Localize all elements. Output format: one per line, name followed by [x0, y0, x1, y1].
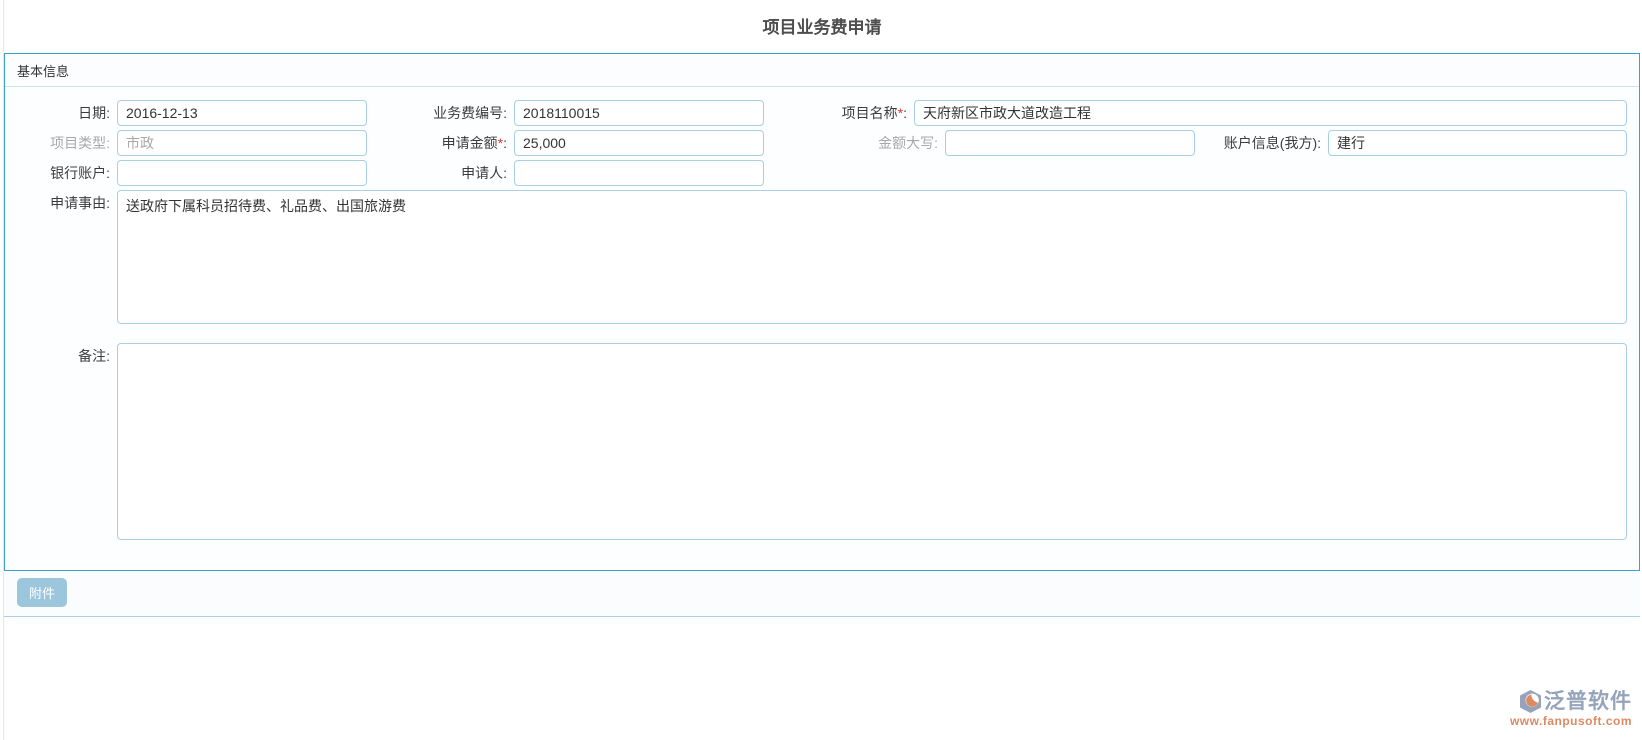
amount-in-words-label: 金额大写:: [878, 135, 938, 151]
bank-account-label: 银行账户:: [50, 165, 110, 181]
form-row-4: 申请事由: 送政府下属科员招待费、礼品费、出国旅游费: [5, 190, 1633, 339]
date-label: 日期:: [78, 105, 110, 121]
brand-line: 泛普软件: [1510, 689, 1632, 714]
apply-reason-textarea[interactable]: 送政府下属科员招待费、礼品费、出国旅游费: [117, 190, 1627, 324]
account-info-label: 账户信息(我方):: [1223, 135, 1321, 151]
brand-url: www.fanpusoft.com: [1509, 714, 1632, 728]
date-input[interactable]: [117, 100, 367, 126]
project-type-input[interactable]: [117, 130, 367, 156]
basic-info-section-title: 基本信息: [5, 54, 1639, 87]
form-row-5: 备注:: [5, 343, 1633, 540]
fee-number-label: 业务费编号:: [433, 105, 507, 121]
page: 项目业务费申请 基本信息 日期: 业务费编号: 项目名称*: 项目类型: 申请金: [0, 0, 1642, 740]
amount-in-words-input[interactable]: [945, 130, 1195, 156]
applicant-label: 申请人:: [461, 165, 507, 181]
bank-account-input[interactable]: [117, 160, 367, 186]
form-row-2: 项目类型: 申请金额*: 金额大写: 账户信息(我方):: [5, 130, 1633, 156]
basic-info-panel: 基本信息 日期: 业务费编号: 项目名称*: 项目类型: 申请金额*:: [4, 53, 1640, 571]
form-row-3: 银行账户: 申请人:: [5, 160, 1633, 186]
attachment-bar: 附件: [4, 571, 1640, 617]
apply-amount-input[interactable]: [514, 130, 764, 156]
project-type-label: 项目类型:: [50, 135, 110, 151]
brand-logo-icon: [1518, 689, 1543, 714]
remark-textarea[interactable]: [117, 343, 1627, 540]
applicant-input[interactable]: [514, 160, 764, 186]
form-row-1: 日期: 业务费编号: 项目名称*:: [5, 100, 1633, 126]
apply-reason-label: 申请事由:: [50, 195, 110, 211]
attachment-button[interactable]: 附件: [17, 578, 68, 607]
account-info-input[interactable]: [1328, 130, 1627, 156]
apply-amount-label: 申请金额*:: [441, 135, 507, 151]
brand-name: 泛普软件: [1544, 690, 1632, 713]
fee-number-input[interactable]: [514, 100, 764, 126]
attachment-content-area: [4, 617, 1640, 739]
project-name-input[interactable]: [914, 100, 1627, 126]
project-name-label: 项目名称*:: [841, 105, 907, 121]
page-container: 项目业务费申请 基本信息 日期: 业务费编号: 项目名称*: 项目类型: 申请金: [3, 0, 1640, 740]
basic-info-form: 日期: 业务费编号: 项目名称*: 项目类型: 申请金额*: 金额大写: 账户信…: [5, 87, 1639, 570]
remark-label: 备注:: [78, 348, 110, 364]
brand-watermark: 泛普软件 www.fanpusoft.com: [1510, 689, 1632, 727]
page-title: 项目业务费申请: [762, 18, 882, 37]
